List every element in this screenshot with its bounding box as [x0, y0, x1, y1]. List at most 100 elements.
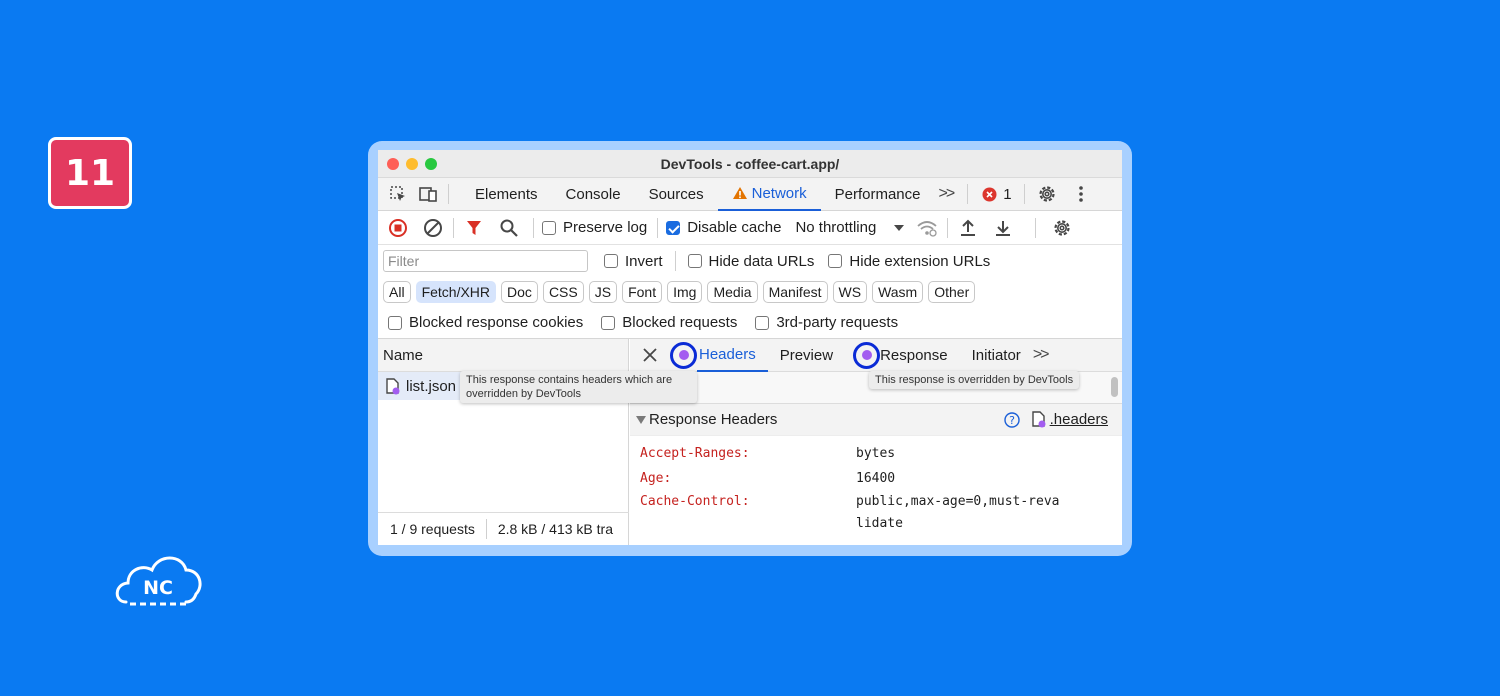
header-key: Cache-Control:	[640, 494, 750, 509]
device-toolbar-icon[interactable]	[416, 182, 440, 206]
more-detail-tabs-button[interactable]: >>	[1033, 346, 1050, 364]
divider	[674, 251, 676, 271]
override-dot-icon	[678, 350, 689, 360]
divider	[533, 217, 534, 238]
search-icon[interactable]	[497, 216, 521, 240]
blocked-requests-label: Blocked requests	[622, 314, 738, 331]
preserve-log-label: Preserve log	[563, 219, 648, 236]
cloud-logo: NC	[115, 556, 202, 606]
close-detail-button[interactable]	[630, 348, 670, 362]
headers-file-icon	[1031, 411, 1046, 428]
disable-cache-checkbox[interactable]: Disable cache	[666, 219, 781, 236]
error-count: 1	[1003, 185, 1012, 203]
collapse-triangle-icon	[636, 415, 646, 424]
response-override-highlight	[853, 341, 881, 369]
hide-data-urls-checkbox[interactable]: Hide data URLs	[687, 252, 815, 270]
divider	[947, 217, 949, 238]
type-chip-font[interactable]: Font	[622, 281, 663, 303]
help-icon[interactable]: ?	[1003, 411, 1020, 428]
type-chip-fetch-xhr[interactable]: Fetch/XHR	[415, 281, 497, 303]
header-key: Accept-Ranges:	[640, 446, 750, 461]
more-tabs-button[interactable]: >>	[939, 185, 956, 203]
response-override-tooltip: This response is overridden by DevTools	[869, 371, 1080, 389]
type-chip-media[interactable]: Media	[707, 281, 758, 303]
header-row: Accept-Ranges: bytes	[630, 441, 1122, 466]
header-row: Cache-Control: public,max-age=0,must-rev…	[630, 491, 1122, 535]
resource-type-filters: All Fetch/XHR Doc CSS JS Font Img Media …	[378, 277, 1122, 307]
network-toolbar: Preserve log Disable cache No throttling	[378, 211, 1122, 245]
throttling-select[interactable]: No throttling	[795, 219, 905, 236]
import-har-icon[interactable]	[956, 216, 980, 240]
tab-network[interactable]: Network	[717, 178, 821, 211]
type-chip-other[interactable]: Other	[928, 281, 976, 303]
window-title: DevTools - coffee-cart.app/	[660, 155, 840, 172]
blocked-requests-checkbox[interactable]: Blocked requests	[601, 314, 737, 331]
headers-file-link[interactable]: .headers	[1050, 411, 1108, 428]
type-chip-img[interactable]: Img	[667, 281, 703, 303]
type-chip-doc[interactable]: Doc	[501, 281, 538, 303]
type-chip-manifest[interactable]: Manifest	[762, 281, 828, 303]
response-headers-title: Response Headers	[649, 411, 778, 428]
divider	[967, 184, 969, 204]
record-stop-icon[interactable]	[386, 216, 410, 240]
warning-icon	[732, 187, 747, 199]
third-party-label: 3rd-party requests	[776, 314, 899, 331]
detail-tabs: Headers Preview Response Initiator >>	[630, 339, 1122, 372]
file-override-icon	[386, 377, 400, 394]
name-column-header[interactable]: Name	[378, 339, 628, 372]
requests-panel: Name list.json 1 / 9 requests 2.8 kB / 4…	[378, 339, 629, 545]
blocked-cookies-label: Blocked response cookies	[409, 314, 584, 331]
tab-initiator[interactable]: Initiator	[960, 339, 1033, 372]
response-headers-section[interactable]: Response Headers ? .headers	[630, 404, 1122, 436]
settings-gear-icon[interactable]	[1035, 182, 1059, 206]
minimize-window-button[interactable]	[406, 158, 418, 170]
network-settings-gear-icon[interactable]	[1050, 216, 1074, 240]
hide-data-urls-label: Hide data URLs	[708, 252, 815, 270]
tab-network-label: Network	[751, 184, 807, 202]
kebab-menu-icon[interactable]	[1069, 182, 1093, 206]
invert-checkbox[interactable]: Invert	[604, 253, 663, 270]
maximize-window-button[interactable]	[425, 158, 437, 170]
hide-extension-urls-label: Hide extension URLs	[849, 252, 991, 270]
error-counter[interactable]: 1	[982, 185, 1012, 203]
divider	[448, 184, 449, 204]
tab-headers[interactable]: Headers	[697, 339, 768, 372]
type-chip-wasm[interactable]: Wasm	[872, 281, 924, 303]
export-har-icon[interactable]	[991, 216, 1015, 240]
tab-elements[interactable]: Elements	[461, 178, 552, 211]
tab-performance[interactable]: Performance	[821, 178, 935, 211]
filter-funnel-icon[interactable]	[462, 216, 486, 240]
tab-preview[interactable]: Preview	[768, 339, 845, 372]
divider	[453, 217, 454, 238]
response-headers-list: Accept-Ranges: bytes Age: 16400 Cache-Co…	[630, 436, 1122, 535]
svg-text:?: ?	[1009, 414, 1015, 427]
filter-input[interactable]: Filter	[383, 250, 588, 272]
header-value: public,max-age=0,must-revalidate	[856, 494, 1060, 531]
preserve-log-checkbox[interactable]: Preserve log	[542, 219, 647, 236]
caret-down-icon	[894, 224, 905, 231]
type-chip-css[interactable]: CSS	[542, 281, 584, 303]
type-chip-all[interactable]: All	[383, 281, 411, 303]
close-window-button[interactable]	[387, 158, 399, 170]
invert-label: Invert	[625, 252, 663, 270]
tab-response[interactable]: Response	[880, 339, 960, 372]
disable-cache-label: Disable cache	[687, 219, 782, 236]
header-value: bytes	[856, 446, 896, 461]
type-chip-js[interactable]: JS	[588, 281, 618, 303]
title-bar: DevTools - coffee-cart.app/	[378, 150, 1122, 178]
scrollbar[interactable]	[1111, 377, 1118, 397]
header-row: Age: 16400	[630, 466, 1122, 491]
status-bar: 1 / 9 requests 2.8 kB / 413 kB tra	[378, 512, 629, 545]
tab-console[interactable]: Console	[552, 178, 635, 211]
tab-sources[interactable]: Sources	[635, 178, 718, 211]
type-chip-ws[interactable]: WS	[832, 281, 868, 303]
clear-icon[interactable]	[421, 216, 445, 240]
hide-extension-urls-checkbox[interactable]: Hide extension URLs	[828, 253, 990, 270]
close-icon	[643, 348, 657, 362]
blocked-cookies-checkbox[interactable]: Blocked response cookies	[388, 314, 583, 331]
inspect-element-icon[interactable]	[386, 182, 410, 206]
divider	[657, 217, 659, 238]
divider	[1023, 184, 1025, 204]
network-conditions-icon[interactable]	[915, 216, 939, 240]
third-party-checkbox[interactable]: 3rd-party requests	[755, 314, 898, 331]
